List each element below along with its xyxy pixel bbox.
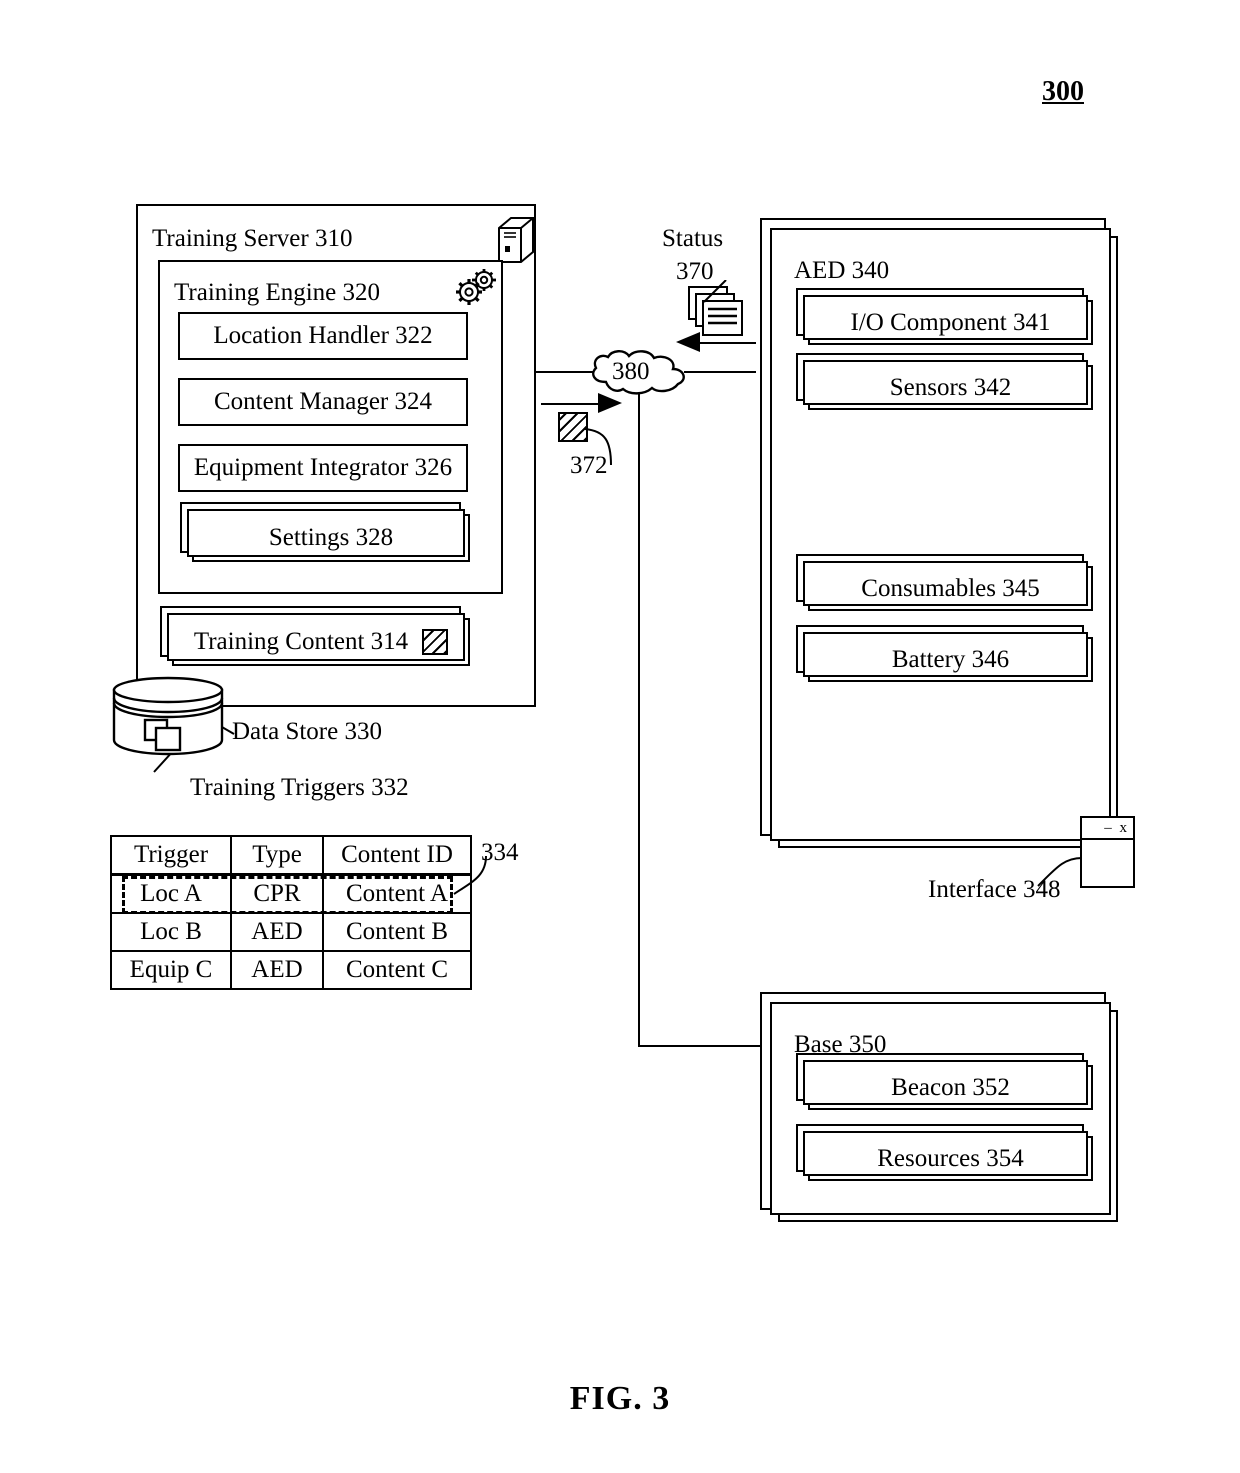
module-location-handler-label: Location Handler 322 <box>213 322 433 349</box>
training-triggers-label: Training Triggers 332 <box>190 774 409 801</box>
connector-cloud-down <box>638 390 640 1046</box>
training-content-label: Training Content 314 <box>193 628 409 655</box>
cell-type: CPR <box>230 873 324 914</box>
aed-title: AED 340 <box>794 257 890 284</box>
base-component-resources-label: Resources 354 <box>877 1144 1024 1172</box>
cloud-label: 380 <box>612 358 650 385</box>
cell-content-id: Content A <box>322 873 472 914</box>
connector-to-base <box>638 1045 760 1047</box>
base-component-beacon[interactable]: Beacon 352 <box>796 1053 1093 1110</box>
module-settings-label: Settings 328 <box>268 524 394 551</box>
status-leader-line <box>703 280 727 303</box>
interface-leader-line <box>1037 857 1083 887</box>
module-settings[interactable]: Settings 328 <box>180 502 470 562</box>
aed-component-sensors[interactable]: Sensors 342 <box>796 353 1093 410</box>
module-content-manager[interactable]: Content Manager 324 <box>178 378 468 426</box>
table-col-trigger: Trigger <box>110 835 232 876</box>
cell-trigger: Equip C <box>110 950 232 990</box>
training-content-box[interactable]: Training Content 314 <box>160 606 470 666</box>
module-equipment-integrator[interactable]: Equipment Integrator 326 <box>178 444 468 492</box>
figure-caption: FIG. 3 <box>569 1380 671 1417</box>
base-box[interactable]: Base 350 <box>760 992 1118 1222</box>
content-arrow-line <box>541 403 605 405</box>
module-content-manager-label: Content Manager 324 <box>213 388 432 415</box>
cell-content-id: Content B <box>322 912 472 952</box>
aed-component-consumables[interactable]: Consumables 345 <box>796 554 1093 611</box>
base-component-resources[interactable]: Resources 354 <box>796 1124 1093 1181</box>
cell-type: AED <box>230 950 324 990</box>
cell-type: AED <box>230 912 324 952</box>
content-packet-ref: 372 <box>570 452 608 479</box>
aed-component-io[interactable]: I/O Component 341 <box>796 288 1093 345</box>
table-row[interactable]: Loc A CPR Content A <box>110 873 472 914</box>
status-label: Status <box>662 225 724 252</box>
table-row[interactable]: Equip C AED Content C <box>110 950 472 990</box>
aed-component-sensors-label: Sensors 342 <box>889 373 1012 401</box>
aed-component-battery-label: Battery 346 <box>891 645 1010 673</box>
base-component-beacon-label: Beacon 352 <box>891 1073 1010 1101</box>
hatched-square-icon <box>422 629 449 655</box>
trigger-table[interactable]: Trigger Type Content ID Loc A CPR Conten… <box>110 835 472 990</box>
interface-window-icon[interactable]: – x <box>1080 816 1135 888</box>
table-row[interactable]: Loc B AED Content B <box>110 912 472 952</box>
aed-component-consumables-label: Consumables 345 <box>861 574 1040 602</box>
server-tower-icon <box>498 217 534 263</box>
data-store-label: Data Store 330 <box>232 718 382 745</box>
table-col-type: Type <box>230 835 324 876</box>
database-cylinder-icon <box>112 676 224 756</box>
aed-component-io-label: I/O Component 341 <box>850 308 1051 336</box>
cell-content-id: Content C <box>322 950 472 990</box>
table-col-content-id: Content ID <box>322 835 472 876</box>
training-server-title: Training Server 310 <box>152 225 353 252</box>
cell-trigger: Loc B <box>110 912 232 952</box>
module-location-handler[interactable]: Location Handler 322 <box>178 312 468 360</box>
gears-icon <box>456 269 496 305</box>
interface-titlebar: – x <box>1082 818 1133 840</box>
cell-trigger: Loc A <box>110 873 232 914</box>
aed-component-battery[interactable]: Battery 346 <box>796 625 1093 682</box>
connector-cloud-to-aed <box>684 371 756 373</box>
trigger-table-ref: 334 <box>481 839 519 866</box>
training-engine-title: Training Engine 320 <box>174 279 381 306</box>
figure-canvas: 300 380 Status 370 372 Training Server 3… <box>0 0 1240 1473</box>
table-header-row: Trigger Type Content ID <box>110 835 472 876</box>
figure-number: 300 <box>1042 76 1084 107</box>
module-equipment-integrator-label: Equipment Integrator 326 <box>193 454 453 481</box>
training-content-packet-icon <box>558 412 588 442</box>
